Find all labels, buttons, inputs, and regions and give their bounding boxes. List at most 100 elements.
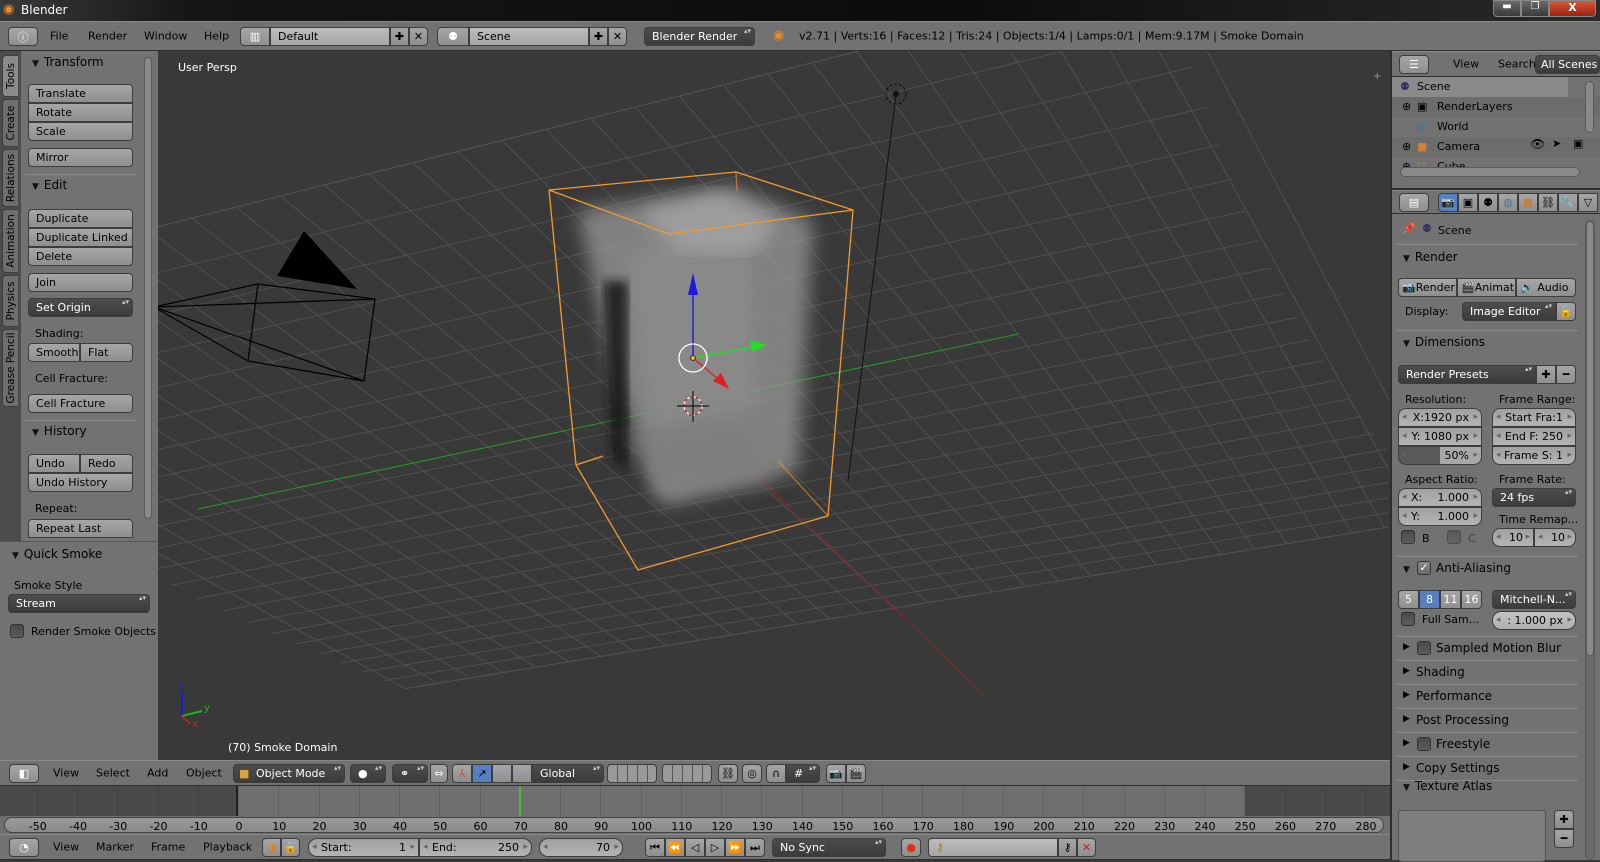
panel-header-edit[interactable]: ▼ Edit bbox=[32, 178, 67, 192]
aspect-y-field[interactable]: Y:1.000 bbox=[1398, 507, 1482, 526]
snap-toggle[interactable]: ∩ bbox=[766, 764, 786, 783]
keying-set-field[interactable]: ⚷ bbox=[928, 838, 1058, 857]
properties-scrollbar-thumb[interactable] bbox=[1586, 221, 1594, 656]
crop-checkbox[interactable] bbox=[1447, 530, 1461, 544]
panel-header-render[interactable]: ▼ Render bbox=[1403, 250, 1458, 264]
editor-type-properties-button[interactable]: ▤ bbox=[1399, 193, 1429, 212]
render-animation-button[interactable]: 🎬Animati bbox=[1457, 278, 1516, 297]
pivot-point-dropdown[interactable]: ⚭ bbox=[392, 764, 428, 783]
time-remap-old-field[interactable]: 10 bbox=[1492, 528, 1534, 547]
translate-manipulator-toggle[interactable]: ↗ bbox=[472, 764, 492, 783]
time-remap-new-field[interactable]: 10 bbox=[1534, 528, 1576, 547]
menu-playback[interactable]: Playback bbox=[203, 841, 252, 854]
frame-rate-dropdown[interactable]: 24 fps bbox=[1492, 488, 1576, 507]
mirror-button[interactable]: Mirror bbox=[28, 148, 133, 167]
context-object-tab[interactable]: ■ bbox=[1518, 193, 1538, 212]
render-engine-dropdown[interactable]: Blender Render bbox=[644, 27, 755, 46]
context-world-tab[interactable]: ◍ bbox=[1498, 193, 1518, 212]
pin-icon[interactable]: 📌 bbox=[1402, 222, 1416, 235]
aa-samples-8[interactable]: 8 bbox=[1419, 590, 1440, 609]
display-dropdown[interactable]: Image Editor bbox=[1462, 302, 1556, 321]
translate-button[interactable]: Translate bbox=[28, 84, 133, 103]
end-frame-field[interactable]: End:250 bbox=[419, 838, 532, 857]
context-scene-tab[interactable]: ⚉ bbox=[1478, 193, 1498, 212]
lock-interface-button[interactable]: 🔓 bbox=[1556, 302, 1576, 321]
panel-header-anti-aliasing[interactable]: ▼ bbox=[1403, 561, 1415, 575]
menu-file[interactable]: File bbox=[50, 30, 68, 43]
add-atlas-button[interactable]: ✚ bbox=[1554, 810, 1574, 829]
expand-icon[interactable]: ⊕ bbox=[1402, 137, 1411, 157]
play-reverse-button[interactable]: ◁ bbox=[685, 838, 705, 857]
context-render-layers-tab[interactable]: ▣ bbox=[1458, 193, 1478, 212]
render-image-button[interactable]: 📷Render bbox=[1398, 278, 1457, 297]
panel-header-post-processing[interactable]: ▶ Post Processing bbox=[1392, 708, 1582, 732]
viewport-scene[interactable]: z y x bbox=[158, 51, 1389, 760]
delete-scene-button[interactable]: ✕ bbox=[608, 27, 627, 46]
scene-browse-button[interactable]: ⚉ bbox=[437, 27, 469, 46]
outliner-item-renderlayers[interactable]: ⊕ ▣ RenderLayers bbox=[1392, 97, 1568, 117]
panel-enable-checkbox[interactable] bbox=[1417, 737, 1431, 751]
undo-button[interactable]: Undo bbox=[28, 454, 80, 473]
tab-grease-pencil[interactable]: Grease Pencil bbox=[2, 329, 18, 407]
scale-manipulator-toggle[interactable]: ⌐ bbox=[512, 764, 532, 783]
auto-keying-button[interactable]: ● bbox=[901, 838, 921, 857]
outliner-item-world[interactable]: ◍ World bbox=[1392, 117, 1568, 137]
outliner-hscrollbar[interactable] bbox=[1400, 167, 1580, 177]
jump-keyframe-forward-button[interactable]: ⏩ bbox=[725, 838, 745, 857]
start-frame-field[interactable]: Start:1 bbox=[308, 838, 419, 857]
opengl-render-button[interactable]: 📷 bbox=[826, 764, 846, 783]
aa-samples-16[interactable]: 16 bbox=[1461, 590, 1482, 609]
cell-fracture-button[interactable]: Cell Fracture bbox=[28, 394, 133, 413]
frame-step-field[interactable]: Frame S: 1 bbox=[1492, 446, 1576, 465]
scene-name-field[interactable]: Scene bbox=[469, 27, 589, 46]
3d-viewport[interactable]: z y x User Persp (70) Smoke Domain + bbox=[158, 51, 1389, 760]
panel-header-copy-settings[interactable]: ▶ Copy Settings bbox=[1392, 756, 1582, 780]
menu-add[interactable]: Add bbox=[147, 767, 168, 780]
panel-header-sampled-motion-blur[interactable]: ▶ Sampled Motion Blur bbox=[1392, 636, 1582, 660]
context-data-tab[interactable]: ▽ bbox=[1578, 193, 1598, 212]
panel-header-texture-atlas[interactable]: ▼ Texture Atlas bbox=[1403, 779, 1492, 793]
tool-shelf-scrollbar[interactable] bbox=[144, 57, 152, 519]
tab-tools[interactable]: Tools bbox=[2, 55, 18, 97]
tab-relations[interactable]: Relations bbox=[2, 149, 18, 207]
snap-element-dropdown[interactable]: # bbox=[786, 764, 820, 783]
resolution-x-field[interactable]: X:1920 px bbox=[1398, 408, 1482, 427]
full-sample-checkbox[interactable] bbox=[1401, 612, 1415, 626]
layout-browse-button[interactable]: ▥ bbox=[240, 27, 270, 46]
tab-physics[interactable]: Physics bbox=[2, 275, 18, 327]
scale-button[interactable]: Scale bbox=[28, 122, 133, 141]
insert-keyframe-button[interactable]: ⚷ bbox=[1058, 838, 1077, 857]
join-button[interactable]: Join bbox=[28, 273, 133, 292]
editor-type-outliner-button[interactable]: ☰ bbox=[1399, 55, 1429, 74]
border-checkbox[interactable] bbox=[1401, 530, 1415, 544]
layers-group-1[interactable] bbox=[607, 764, 657, 783]
outliner-vscrollbar[interactable] bbox=[1585, 81, 1594, 133]
resolution-percentage-slider[interactable]: 50% bbox=[1398, 446, 1482, 465]
render-presets-dropdown[interactable]: Render Presets bbox=[1398, 365, 1536, 384]
tab-create[interactable]: Create bbox=[2, 99, 18, 147]
opengl-animation-button[interactable]: 🎬 bbox=[846, 764, 866, 783]
aa-samples-5[interactable]: 5 bbox=[1398, 590, 1419, 609]
timeline-playhead[interactable] bbox=[518, 786, 521, 816]
menu-view[interactable]: View bbox=[53, 841, 79, 854]
jump-keyframe-back-button[interactable]: ⏪ bbox=[665, 838, 685, 857]
delete-layout-button[interactable]: ✕ bbox=[409, 27, 428, 46]
duplicate-button[interactable]: Duplicate bbox=[28, 209, 133, 228]
panel-header-history[interactable]: ▼ History bbox=[32, 424, 87, 438]
outliner-item-scene[interactable]: ⚉ Scene bbox=[1392, 77, 1568, 97]
jump-end-button[interactable]: ⏭ bbox=[745, 838, 765, 857]
play-button[interactable]: ▷ bbox=[705, 838, 725, 857]
menu-render[interactable]: Render bbox=[88, 30, 127, 43]
timeline-area[interactable]: -50 -40 -30 -20 -10 0 10 20 30 40 50 60 70 80 90 100 110… bbox=[0, 786, 1390, 834]
editor-type-info-button[interactable]: ⓘ bbox=[8, 27, 38, 46]
layers-group-2[interactable] bbox=[662, 764, 712, 783]
render-audio-button[interactable]: 🔈 Audio bbox=[1516, 278, 1576, 297]
frame-end-field[interactable]: End F: 250 bbox=[1492, 427, 1576, 446]
menu-help[interactable]: Help bbox=[204, 30, 229, 43]
transform-orientation-dropdown[interactable]: Global bbox=[532, 764, 604, 783]
panel-header-freestyle[interactable]: ▶ Freestyle bbox=[1392, 732, 1582, 756]
jump-start-button[interactable]: ⏮ bbox=[645, 838, 665, 857]
editor-type-3d-button[interactable]: ◧ bbox=[9, 764, 39, 783]
sync-mode-dropdown[interactable]: No Sync bbox=[772, 838, 886, 857]
flat-button[interactable]: Flat bbox=[80, 343, 133, 362]
